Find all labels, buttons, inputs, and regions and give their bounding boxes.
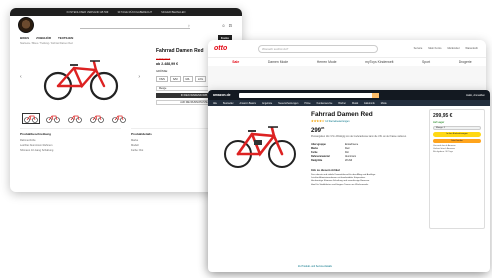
product-details: Fahrrad Damen Red ★★★★☆ 12 Sternebewertu… [305, 109, 425, 229]
promo-item: 30 TAGE RÜCKGABERECHT [117, 10, 153, 14]
subnav-item[interactable]: Elektronik [364, 102, 375, 105]
category-item[interactable]: Sport [422, 60, 430, 64]
product-gallery: ‹ › [20, 48, 140, 126]
subnav-item[interactable]: Kundenservice [317, 102, 333, 105]
seller-line: Rückgaben: 30 Tage [433, 151, 454, 153]
subnav-item[interactable]: Neuerscheinungen [278, 102, 298, 105]
bike-image [224, 126, 296, 168]
bullet-item: Ideal für Stadtfahrten und längere Toure… [311, 183, 369, 186]
service-link[interactable]: Service [414, 47, 423, 50]
search-input[interactable] [238, 92, 379, 98]
category-item[interactable]: Drogerie [459, 60, 472, 64]
subnav-item[interactable]: Angebote [262, 102, 272, 105]
thumbnail[interactable] [110, 113, 128, 124]
description-line: Leichter Aluminium Rahmen [20, 144, 53, 147]
thumbnail[interactable] [44, 113, 62, 124]
site-header: amazon.de Hallo, Anmelden [208, 90, 490, 100]
size-option[interactable]: L/XL [194, 76, 207, 82]
account-link[interactable]: Mein Konto [428, 47, 441, 50]
header-icons: Service Mein Konto Merkzettel Warenkorb [414, 47, 478, 50]
category-item[interactable]: myToys Kinderwelt [365, 60, 393, 64]
site-header: ⚲ ☺ ⊡ [10, 16, 242, 34]
description-line: Shimano 10-Gang Schaltung [20, 149, 54, 152]
buy-box: 299,95 € Auf Lager Menge: 1 In den Einka… [429, 109, 485, 229]
thumbnail[interactable] [88, 113, 106, 124]
spec-row: Radgröße 28 Zoll [311, 159, 353, 163]
stock-status: Auf Lager [433, 121, 445, 124]
search-input[interactable]: ⚲ [80, 22, 190, 29]
bike-image [43, 60, 119, 101]
subnav-item[interactable]: Musik [352, 102, 358, 105]
cart-icon[interactable]: ⊡ [229, 23, 232, 28]
spec-table: Altersgruppe Erwachsene Marke Red Farbe Rot… [311, 142, 358, 163]
nav-item-bikes[interactable]: BIKES [20, 36, 29, 40]
category-sale[interactable]: Sale [232, 60, 239, 64]
shop-logo[interactable]: amazon.de [213, 93, 231, 97]
about-heading: Info zu diesem Artikel [311, 167, 340, 172]
subnav-item[interactable]: Bücher [338, 102, 346, 105]
description-heading: Produktbeschreibung [20, 132, 52, 136]
promo-bar: KOSTENLOSER VERSAND AB 50€ 30 TAGE RÜCKG… [10, 8, 242, 16]
search-icon[interactable]: ⚲ [188, 24, 190, 28]
thumbnail[interactable] [22, 113, 40, 124]
category-item[interactable]: Herren Mode [317, 60, 337, 64]
product-price: 29995 [311, 126, 325, 134]
site-header: otto Wonach suchst du? Service Mein Kont… [208, 40, 486, 57]
product-title: Fahrrad Damen Red [311, 111, 373, 118]
category-nav: Sale Damen Mode Herren Mode myToys Kinde… [208, 57, 486, 66]
nav-item-zubehoer[interactable]: ZUBEHÖR [36, 36, 51, 40]
buy-now-button[interactable]: Jetzt kaufen [433, 138, 481, 143]
promo-item: KOSTENLOSER VERSAND AB 50€ [66, 10, 109, 14]
description-line: Rahmenhöhe [20, 139, 36, 142]
ratings-count[interactable]: 12 Sternebewertungen [325, 120, 349, 123]
brand-logo[interactable]: otto [214, 45, 227, 52]
promo-item: SICHER BEZAHLEN [161, 10, 186, 14]
subnav-item[interactable]: Mode [381, 102, 387, 105]
search-input[interactable]: Wonach suchst du? [258, 44, 378, 53]
product-image[interactable] [213, 109, 305, 179]
chevron-left-icon[interactable]: ‹ [20, 74, 22, 80]
seller-info: Versand durch Amazon Verkauf durch Amazo… [433, 145, 481, 154]
wishlist-link[interactable]: Merkzettel [447, 47, 459, 50]
category-item[interactable]: Damen Mode [268, 60, 288, 64]
subnav-item[interactable]: Bestseller [223, 102, 234, 105]
search-icon[interactable] [371, 92, 379, 98]
description-section: Produktbeschreibung Rahmenhöhe Leichter … [20, 128, 121, 154]
add-to-cart-button[interactable]: In den Einkaufswagen [433, 132, 481, 137]
header-icons: ☺ ⊡ [222, 23, 232, 28]
nav-item-textilien[interactable]: TEXTILIEN [58, 36, 73, 40]
price-note: Preisangaben inkl. USt. Abhängig von der… [311, 136, 407, 138]
quantity-select[interactable]: Menge: 1 [433, 126, 481, 130]
details-link[interactable]: Zu Produkt- und Service-Details [298, 265, 332, 268]
star-icons: ★★★★☆ [311, 119, 325, 123]
shop-logo[interactable] [18, 17, 34, 33]
thumbnail[interactable] [66, 113, 84, 124]
shop-window-front: amazon.de Hallo, Anmelden Alle Bestselle… [208, 90, 490, 272]
size-option[interactable]: M/L [182, 76, 193, 82]
size-option[interactable]: S/M [169, 76, 181, 82]
subnav-item[interactable]: Amazon Basics [240, 102, 256, 105]
subnav-item[interactable]: Prime [304, 102, 310, 105]
bullet-list: Das robuste und stabile Damenfahrrad für… [311, 174, 425, 187]
rating[interactable]: ★★★★☆ 12 Sternebewertungen [311, 119, 425, 123]
thumbnail-strip [20, 113, 140, 124]
buybox-price: 299,95 € [433, 113, 453, 119]
chevron-right-icon[interactable]: › [138, 74, 140, 80]
account-icon[interactable]: ☺ [222, 23, 226, 28]
subnav-item[interactable]: Alle [213, 102, 217, 105]
size-option[interactable]: XS/S [156, 76, 168, 82]
account-link[interactable]: Hallo, Anmelden [466, 94, 485, 97]
cart-link[interactable]: Warenkorb [465, 47, 478, 50]
